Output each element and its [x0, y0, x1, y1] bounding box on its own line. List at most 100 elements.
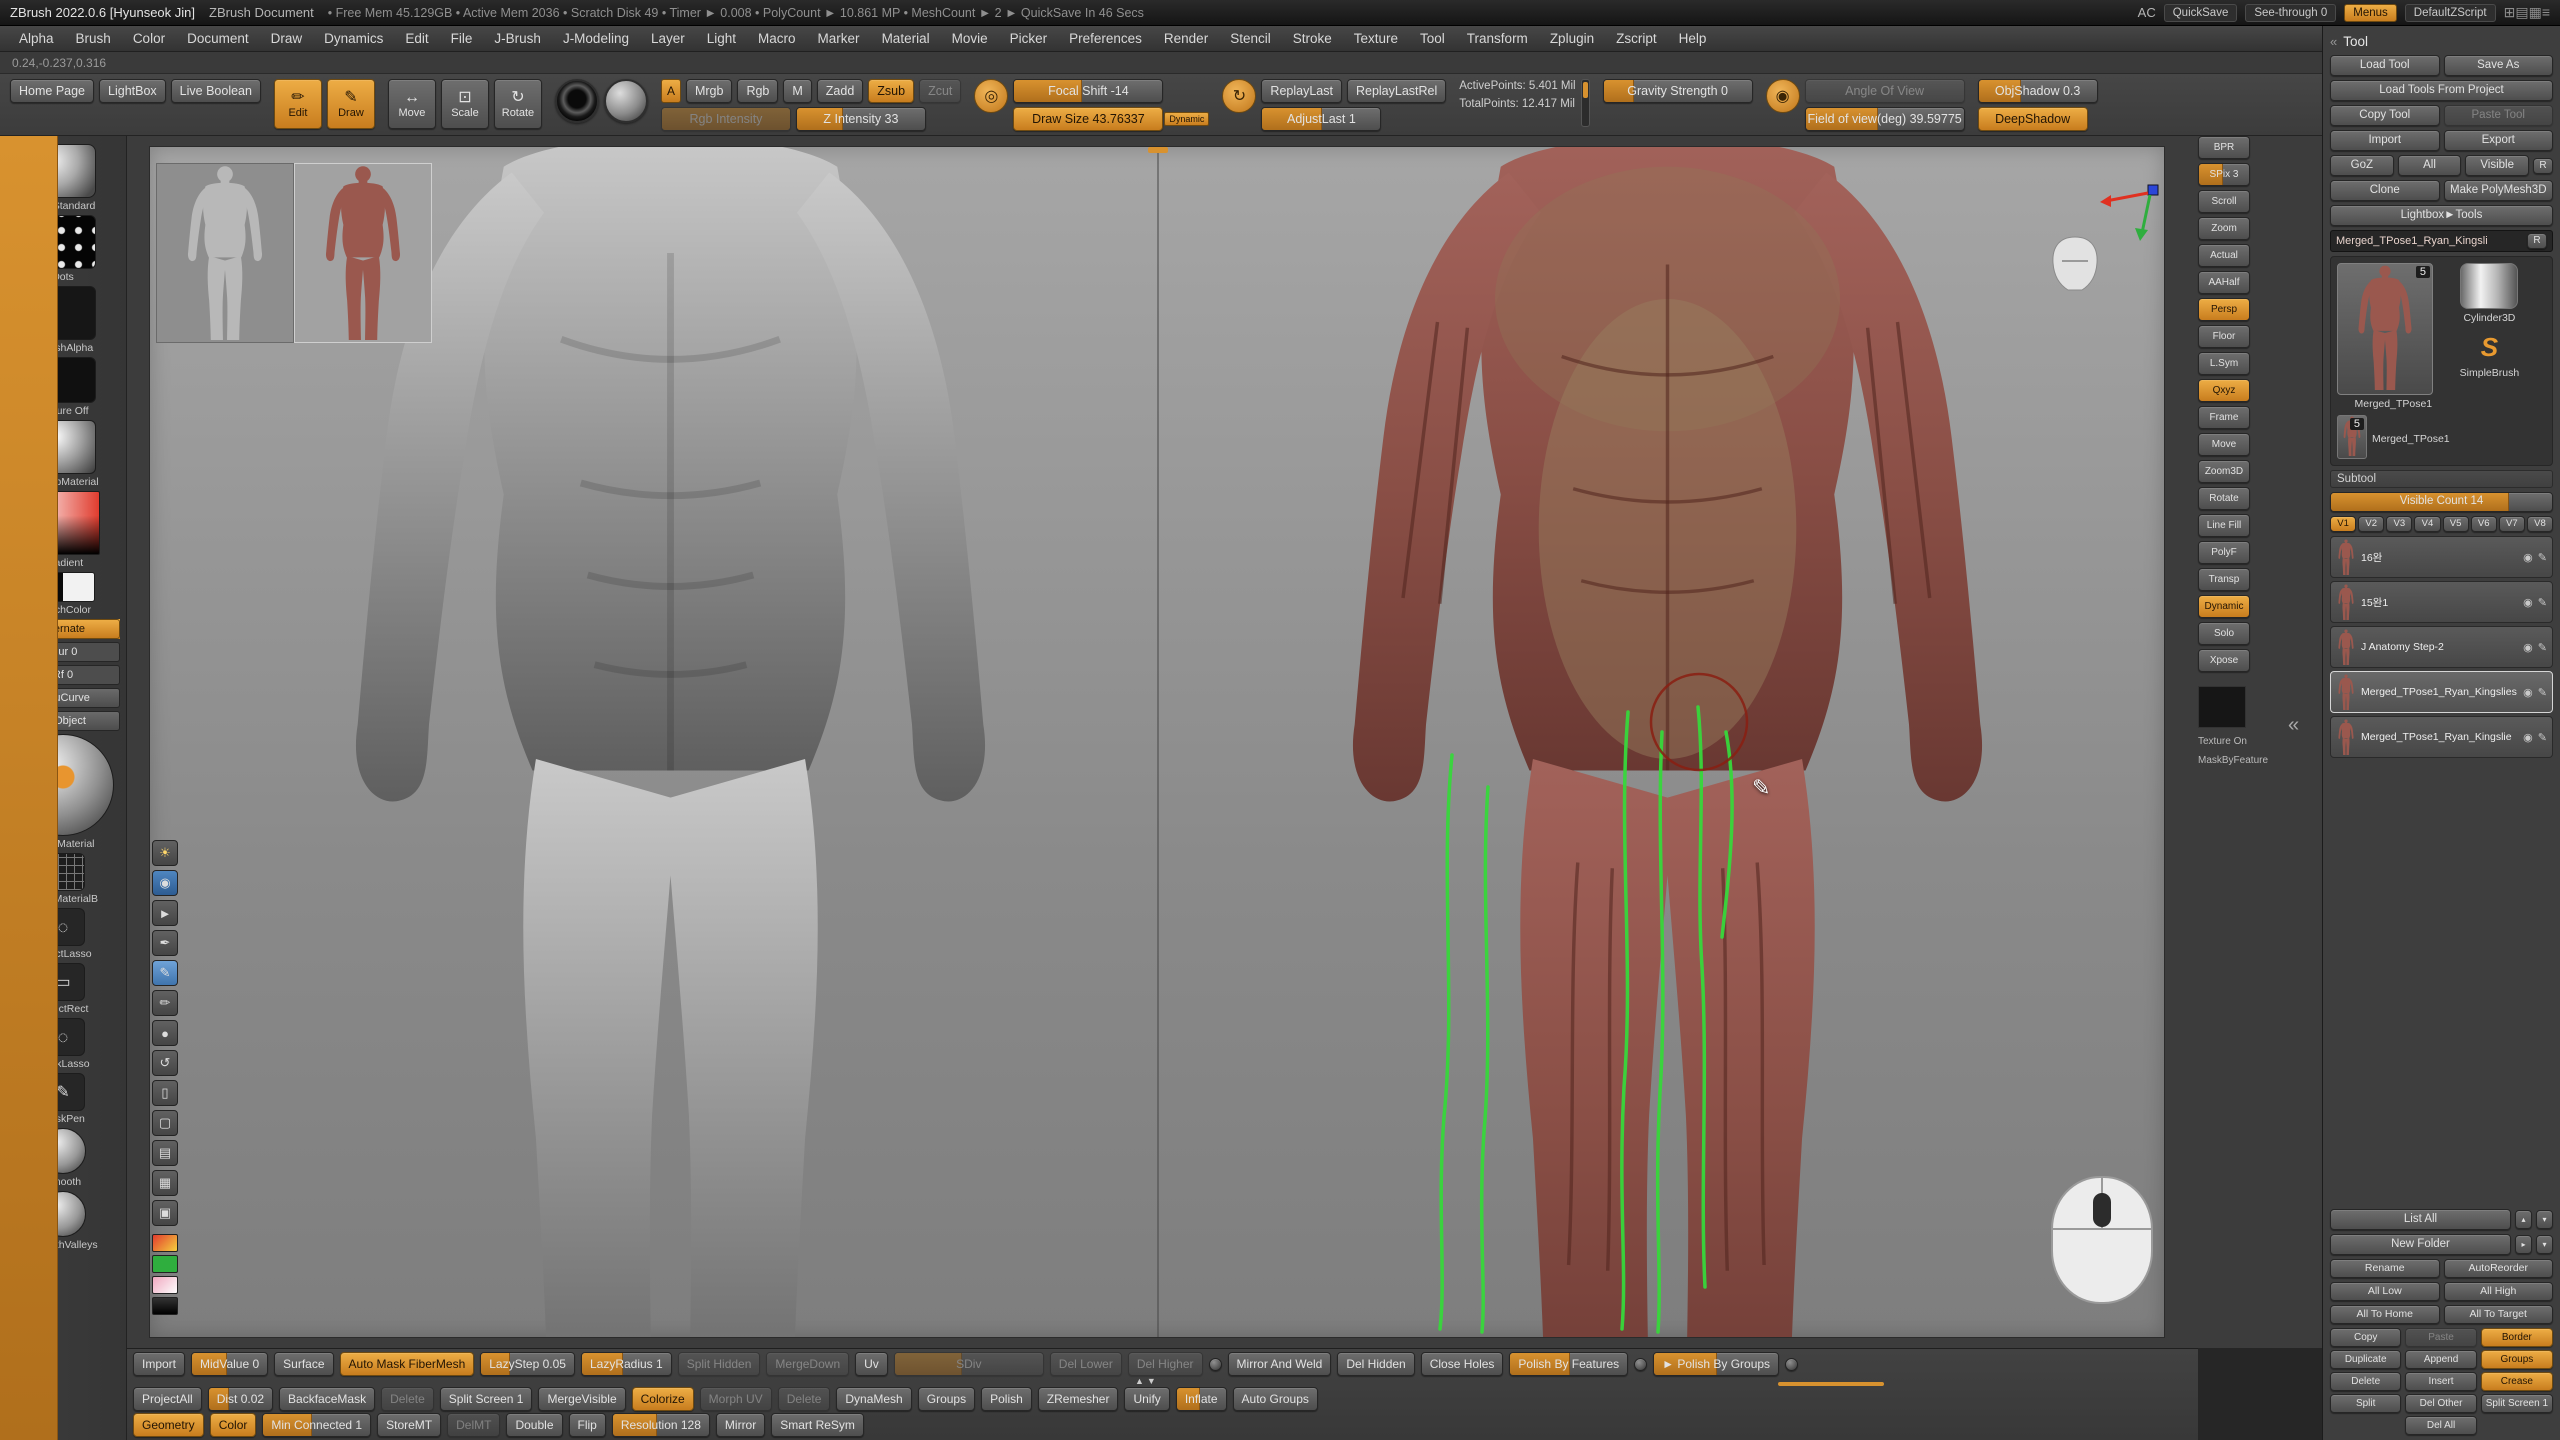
draw-size-slider[interactable]: Draw Size 43.76337 [1013, 107, 1163, 131]
toggle-dot[interactable] [1209, 1358, 1222, 1371]
tool-panel-button[interactable]: Del Other [2405, 1394, 2476, 1413]
goz-visible-button[interactable]: Visible [2465, 155, 2529, 176]
swatch-black[interactable] [152, 1297, 178, 1315]
hamburger-icon[interactable]: ≡ [2542, 4, 2550, 20]
move-button[interactable]: ↔Move [388, 79, 436, 129]
move-down-icon[interactable]: ▾ [2536, 1210, 2553, 1229]
edit-pencil-icon[interactable]: ✎ [2538, 731, 2547, 744]
lsym-button[interactable]: L.Sym [2198, 352, 2250, 375]
bottom-shelf-button[interactable]: Unify [1124, 1387, 1169, 1411]
bottom-shelf-button[interactable]: Mirror And Weld [1228, 1352, 1332, 1376]
mask-by-feature-label[interactable]: MaskByFeature [2198, 755, 2250, 766]
quicksave-button[interactable]: QuickSave [2164, 4, 2238, 22]
collapse-icon[interactable]: « [2330, 34, 2337, 49]
bottom-shelf-button[interactable]: Del Hidden [1337, 1352, 1414, 1376]
bottom-shelf-button[interactable]: LazyStep 0.05 [480, 1352, 575, 1376]
live-boolean-button[interactable]: Live Boolean [171, 79, 261, 103]
menu-item[interactable]: J-Brush [483, 26, 552, 51]
bottom-shelf-button[interactable]: Inflate [1176, 1387, 1227, 1411]
menu-item[interactable]: Marker [807, 26, 871, 51]
zcut-button[interactable]: Zcut [919, 79, 961, 103]
rf-slider[interactable]: Rf 0 [6, 665, 120, 685]
bottom-shelf-button[interactable]: Geometry [133, 1413, 204, 1437]
mrgb-button[interactable]: Mrgb [686, 79, 732, 103]
bottom-shelf-button[interactable]: Dist 0.02 [208, 1387, 273, 1411]
split-divider-handle[interactable] [1148, 147, 1168, 153]
dynamic-persp-button[interactable]: Dynamic [2198, 595, 2250, 618]
camera-icon[interactable]: ◉ [1766, 79, 1800, 113]
menu-item[interactable]: File [440, 26, 484, 51]
import-button[interactable]: Import [2330, 130, 2440, 151]
subtool-item[interactable]: J Anatomy Step-2 ◉ ✎ [2330, 626, 2553, 668]
bottom-shelf-button[interactable]: Import [133, 1352, 185, 1376]
menu-item[interactable]: Stencil [1219, 26, 1282, 51]
menu-item[interactable]: Material [871, 26, 941, 51]
subtool-section-header[interactable]: Subtool [2330, 470, 2553, 488]
active-tool-field[interactable]: Merged_TPose1_Ryan_Kingsli R [2330, 230, 2553, 252]
auto-badge[interactable]: A [661, 79, 681, 103]
list-all-button[interactable]: List All [2330, 1209, 2511, 1230]
tool-panel-button[interactable]: All Low [2330, 1282, 2440, 1301]
menu-item[interactable]: Zscript [1605, 26, 1668, 51]
split-screen-divider[interactable] [1157, 147, 1159, 1337]
transp-button[interactable]: Transp [2198, 568, 2250, 591]
bottom-shelf-button[interactable]: Polish [981, 1387, 1032, 1411]
solo-button[interactable]: Solo [2198, 622, 2250, 645]
replay-last-rel-button[interactable]: ReplayLastRel [1347, 79, 1446, 103]
zadd-button[interactable]: Zadd [817, 79, 864, 103]
subtool-page-tab[interactable]: V8 [2527, 516, 2553, 532]
bottom-shelf-button[interactable]: MidValue 0 [191, 1352, 268, 1376]
subtool-page-tab[interactable]: V6 [2471, 516, 2497, 532]
move-up-icon[interactable]: ▴ [2515, 1210, 2532, 1229]
frame-button[interactable]: Frame [2198, 406, 2250, 429]
rgb-button[interactable]: Rgb [737, 79, 778, 103]
bottom-shelf-button[interactable]: Close Holes [1421, 1352, 1504, 1376]
visibility-eye-icon[interactable]: ◉ [2523, 731, 2533, 744]
tool-panel-button[interactable]: Copy [2330, 1328, 2401, 1347]
brush-icon[interactable]: ✎ [152, 960, 178, 986]
dot-icon[interactable]: ● [152, 1020, 178, 1046]
texture-preview[interactable] [2198, 686, 2246, 728]
swatch-red-yellow[interactable] [152, 1234, 178, 1252]
save-as-button[interactable]: Save As [2444, 55, 2554, 76]
tool-panel-button[interactable]: Paste [2405, 1328, 2476, 1347]
menu-item[interactable]: Movie [941, 26, 999, 51]
cursor-icon[interactable]: ► [152, 900, 178, 926]
panels-icon[interactable]: ▦ [2529, 4, 2542, 20]
rotate3d-button[interactable]: Rotate [2198, 487, 2250, 510]
field-of-view-slider[interactable]: Field of view(deg) 39.59775 [1805, 107, 1965, 131]
subtool-page-tab[interactable]: V1 [2330, 516, 2356, 532]
tool-panel-button[interactable]: Border [2481, 1328, 2553, 1347]
visibility-eye-icon[interactable]: ◉ [2523, 641, 2533, 654]
bottom-shelf-button[interactable]: Auto Mask FiberMesh [340, 1352, 475, 1376]
edit-pencil-icon[interactable]: ✎ [2538, 686, 2547, 699]
eye-icon[interactable]: ◉ [152, 870, 178, 896]
adjust-last-slider[interactable]: AdjustLast 1 [1261, 107, 1381, 131]
m-button[interactable]: M [783, 79, 811, 103]
bottom-shelf-button[interactable]: Del Higher [1128, 1352, 1203, 1376]
bottom-shelf-button[interactable]: Smart ReSym [771, 1413, 864, 1437]
bottom-shelf-button[interactable]: StoreMT [377, 1413, 441, 1437]
bottom-shelf-button[interactable]: Auto Groups [1233, 1387, 1318, 1411]
bottom-shelf-button[interactable]: LazyRadius 1 [581, 1352, 672, 1376]
tool-panel-button[interactable]: AutoReorder [2444, 1259, 2554, 1278]
goz-all-button[interactable]: All [2398, 155, 2462, 176]
polyf-button[interactable]: PolyF [2198, 541, 2250, 564]
replay-last-button[interactable]: ReplayLast [1261, 79, 1342, 103]
clipboard-icon[interactable]: ▣ [152, 1200, 178, 1226]
tool-panel-button[interactable]: Split Screen 1 [2481, 1394, 2553, 1413]
scroll-button[interactable]: Scroll [2198, 190, 2250, 213]
gnomon-icon[interactable]: ◎ [974, 79, 1008, 113]
menu-item[interactable]: Dynamics [313, 26, 394, 51]
copy-tool-button[interactable]: Copy Tool [2330, 105, 2440, 126]
camera-head-icon[interactable] [2048, 233, 2102, 295]
swatch-pink[interactable] [152, 1276, 178, 1294]
menu-item[interactable]: Draw [260, 26, 314, 51]
menu-item[interactable]: Help [1668, 26, 1718, 51]
menu-item[interactable]: Stroke [1282, 26, 1343, 51]
menu-item[interactable]: Zplugin [1539, 26, 1605, 51]
visibility-eye-icon[interactable]: ◉ [2523, 551, 2533, 564]
grid-icon[interactable]: ⊞ [2504, 4, 2516, 20]
bottom-shelf-button[interactable]: Delete [381, 1387, 434, 1411]
goz-button[interactable]: GoZ [2330, 155, 2394, 176]
